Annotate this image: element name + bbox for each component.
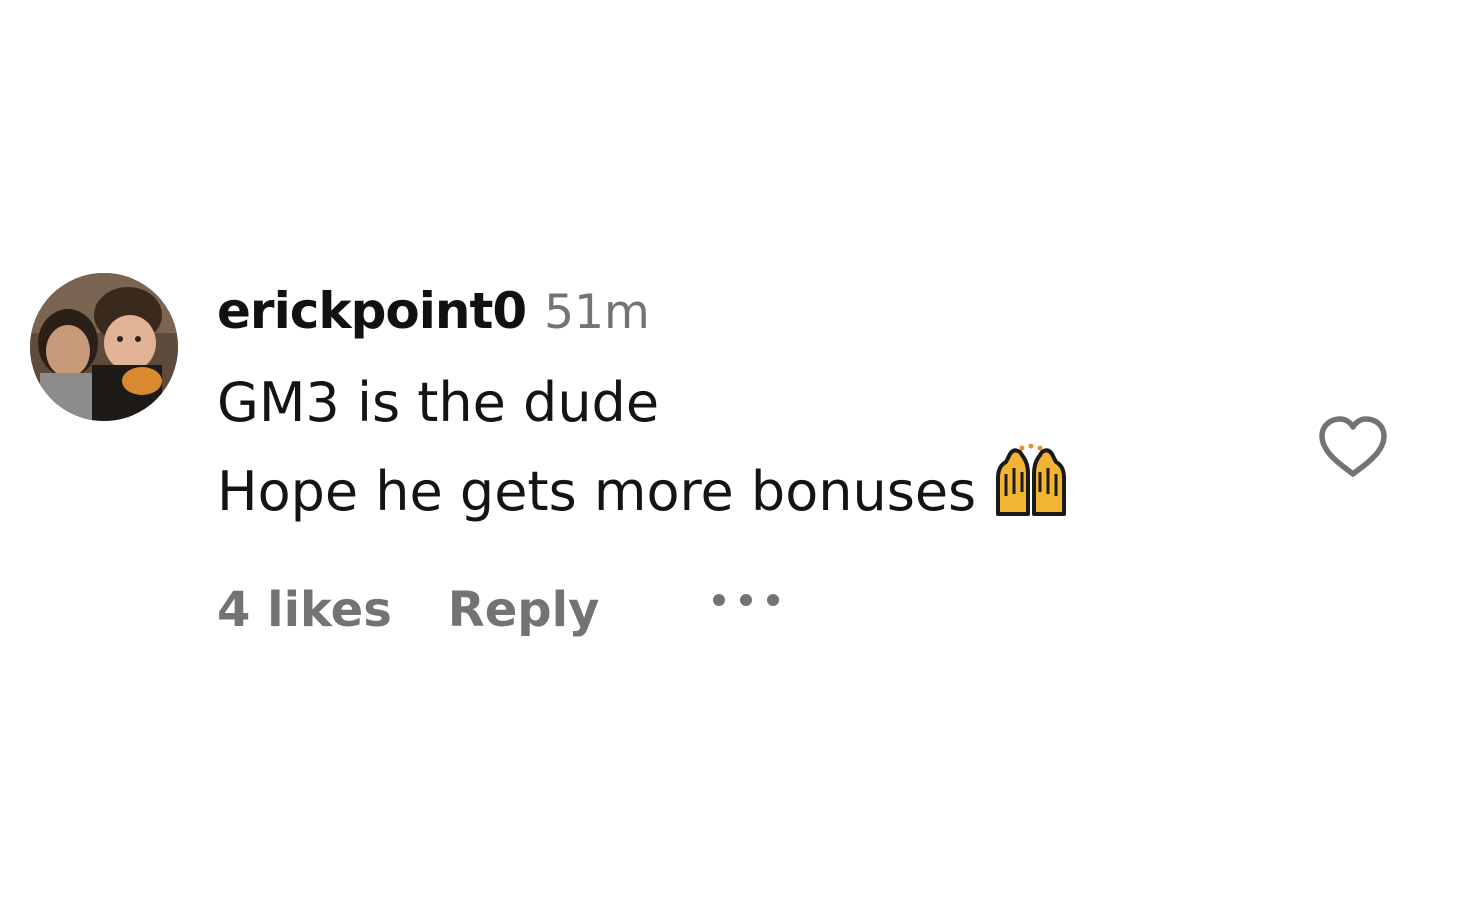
- avatar-image: [30, 273, 178, 421]
- comment-header: erickpoint0 51m: [217, 282, 1277, 356]
- more-options-icon[interactable]: [709, 585, 783, 615]
- comment-text-2: Hope he gets more bonuses: [217, 460, 977, 523]
- comment-item: erickpoint0 51m GM3 is the dude Hope he …: [0, 0, 1460, 913]
- comment-text-line-2: Hope he gets more bonuses: [217, 444, 1277, 526]
- comment-timestamp: 51m: [544, 285, 650, 340]
- comment-body: erickpoint0 51m GM3 is the dude Hope he …: [217, 282, 1277, 526]
- comment-text-line-1: GM3 is the dude: [217, 362, 1277, 444]
- likes-count-link[interactable]: 4 likes: [217, 582, 392, 638]
- like-heart-icon[interactable]: [1316, 414, 1390, 480]
- comment-text-1: GM3 is the dude: [217, 371, 660, 434]
- username-link[interactable]: erickpoint0: [217, 282, 527, 340]
- avatar[interactable]: [30, 273, 178, 421]
- comment-actions: 4 likes Reply: [217, 570, 783, 650]
- raising-hands-emoji-icon: [992, 444, 1070, 520]
- reply-button[interactable]: Reply: [448, 582, 600, 638]
